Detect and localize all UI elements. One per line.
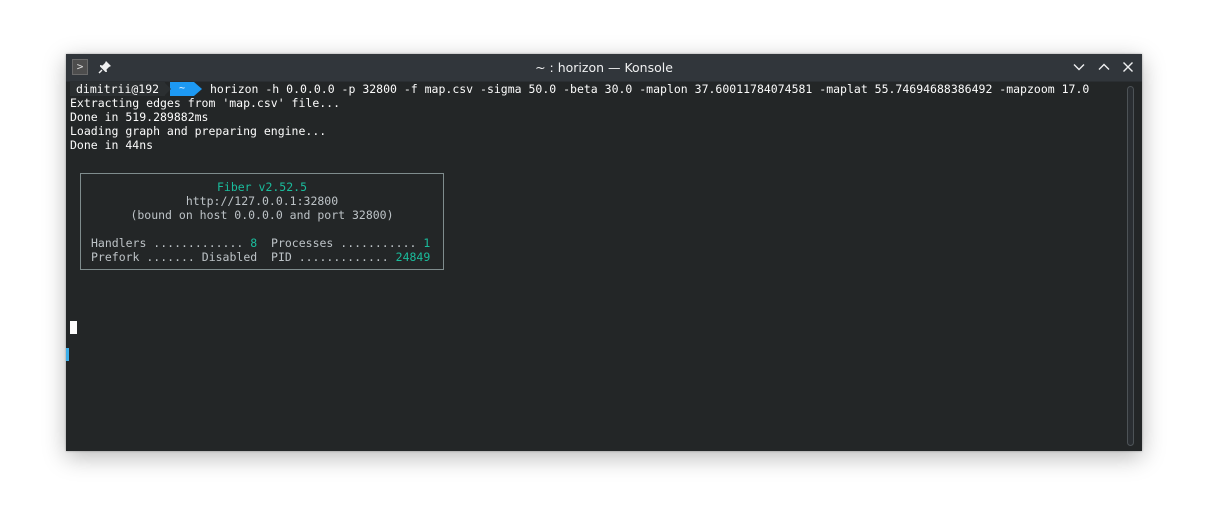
output-line: Done in 44ns [70, 138, 154, 152]
prompt-command: horizon -h 0.0.0.0 -p 32800 -f map.csv -… [210, 82, 1090, 96]
fiber-url: http://127.0.0.1:32800 [185, 194, 339, 208]
fiber-version: Fiber v2.52.5 [216, 180, 307, 194]
prompt-user-host: dimitrii@192 [70, 82, 166, 96]
output-line: Extracting edges from 'map.csv' file... [70, 96, 341, 110]
fiber-banner: Fiber v2.52.5 http://127.0.0.1:32800 (bo… [80, 173, 444, 270]
processes-label: Processes ........... [257, 236, 424, 250]
fiber-bound-info: (bound on host 0.0.0.0 and port 32800) [130, 208, 394, 222]
prompt-separator [164, 82, 171, 96]
prompt-directory: ~ [170, 82, 194, 96]
prefork-label: Prefork ....... Disabled [91, 250, 258, 264]
scrollbar[interactable] [1127, 86, 1134, 446]
selection-marker [66, 348, 69, 361]
prompt-arrow [194, 82, 202, 96]
fiber-stats-row-1: Handlers ............. 8 Processes .....… [91, 236, 430, 250]
titlebar[interactable]: > ~ : horizon — Konsole [66, 54, 1142, 82]
fiber-stats-row-2: Prefork ....... Disabled PID ...........… [91, 250, 430, 264]
maximize-icon[interactable] [1095, 58, 1113, 76]
text-cursor [70, 321, 77, 334]
terminal-area[interactable]: dimitrii@192 ~ horizon -h 0.0.0.0 -p 328… [70, 81, 1122, 447]
minimize-icon[interactable] [1070, 58, 1088, 76]
close-icon[interactable] [1119, 58, 1137, 76]
pid-value: 24849 [395, 250, 431, 264]
output-line: Done in 519.289882ms [70, 110, 209, 124]
processes-value: 1 [423, 236, 431, 250]
pid-label: PID ............. [257, 250, 396, 264]
window-title: ~ : horizon — Konsole [535, 60, 673, 75]
konsole-window: > ~ : horizon — Konsole dimitrii@192 ~ h… [66, 54, 1142, 451]
handlers-label: Handlers ............. [91, 236, 251, 250]
output-line: Loading graph and preparing engine... [70, 124, 327, 138]
